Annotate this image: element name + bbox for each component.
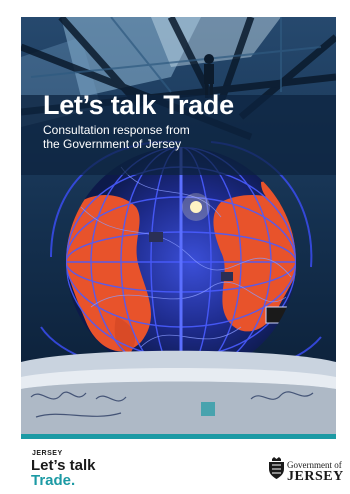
globe-sculpture-photo xyxy=(21,17,336,434)
document-subtitle-line1: Consultation response from xyxy=(43,123,190,137)
brand-line2: Trade. xyxy=(31,472,76,489)
document-subtitle-line2: the Government of Jersey xyxy=(43,137,182,151)
jersey-crest-icon xyxy=(269,457,284,479)
document-title: Let’s talk Trade xyxy=(43,90,234,120)
cover-image xyxy=(21,17,336,434)
teal-divider xyxy=(21,434,336,439)
jersey-label: JERSEY xyxy=(287,469,344,484)
document-page: Let’s talk Trade Consultation response f… xyxy=(0,0,350,494)
